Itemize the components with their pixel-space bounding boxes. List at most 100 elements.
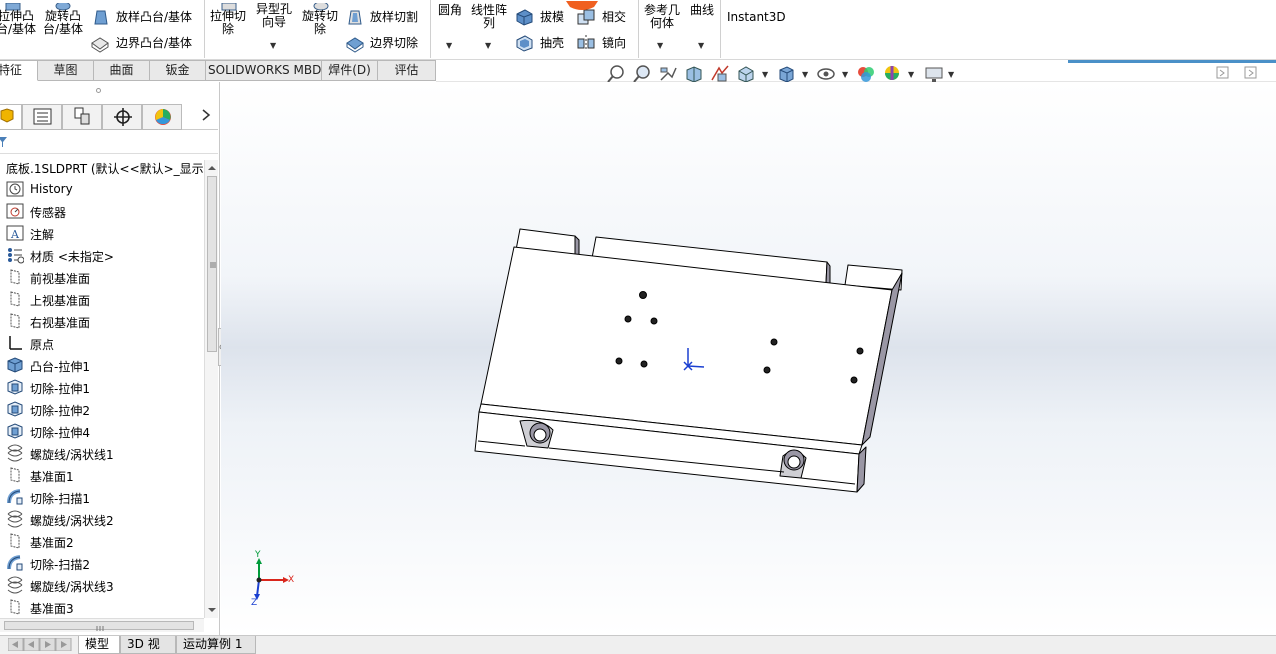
tab-weldments[interactable]: 焊件(D) — [322, 60, 378, 81]
draft-icon[interactable] — [514, 8, 534, 26]
tab-sheet-metal[interactable]: 钣金 — [150, 60, 206, 81]
curves-button[interactable]: 曲线 — [690, 4, 714, 17]
scroll-down-icon[interactable] — [207, 604, 217, 614]
revolve-boss-button[interactable]: 旋转凸 台/基体 — [42, 10, 84, 36]
linear-pattern-button[interactable]: 线性阵 列 — [468, 4, 510, 30]
view-settings-icon[interactable] — [924, 64, 944, 84]
loft-boss-button[interactable]: 放样凸台/基体 — [116, 11, 192, 24]
hide-show-items-icon[interactable] — [816, 64, 836, 84]
boundary-cut-button[interactable]: 边界切除 — [370, 37, 418, 50]
tree-item[interactable]: 切除-扫描1 — [6, 486, 202, 508]
edit-appearance-icon[interactable] — [856, 64, 876, 84]
view-settings-dropdown-icon[interactable]: ▼ — [948, 70, 954, 79]
configuration-manager-tab[interactable] — [62, 104, 102, 130]
tree-item[interactable]: 切除-扫描2 — [6, 552, 202, 574]
tree-item[interactable]: 原点 — [6, 332, 202, 354]
tab-evaluate[interactable]: 评估 — [378, 60, 436, 81]
extrude-cut-icon[interactable] — [220, 0, 238, 11]
tab-nav-buttons[interactable] — [7, 637, 74, 652]
graphics-area[interactable]: Y X Z — [221, 82, 1276, 635]
tree-scroll-thumb[interactable] — [207, 176, 217, 352]
tree-item[interactable]: 切除-拉伸2 — [6, 398, 202, 420]
zoom-to-fit-icon[interactable] — [606, 64, 626, 84]
zoom-to-area-icon[interactable] — [632, 64, 652, 84]
scroll-up-icon[interactable] — [207, 162, 217, 172]
tree-item[interactable]: A 注解 — [6, 222, 202, 244]
tree-item[interactable]: 上视基准面 — [6, 288, 202, 310]
view-orientation-icon[interactable] — [736, 64, 756, 84]
tree-item[interactable]: 螺旋线/涡状线3 — [6, 574, 202, 596]
curves-dropdown-icon[interactable]: ▼ — [698, 41, 704, 50]
tree-root[interactable]: 底板.1SLDPRT (默认<<默认>_显示状 — [6, 160, 210, 177]
tree-vertical-scrollbar[interactable] — [204, 160, 218, 618]
loft-boss-icon[interactable] — [92, 9, 110, 27]
boss-extrude-button[interactable]: 拉伸凸 台/基体 — [0, 10, 36, 36]
draft-button[interactable]: 拔模 — [540, 11, 564, 24]
tree-horizontal-scrollbar[interactable] — [0, 618, 204, 632]
tab-features[interactable]: 特征 — [0, 60, 38, 81]
hide-show-dropdown-icon[interactable]: ▼ — [842, 70, 848, 79]
reference-geometry-button[interactable]: 参考几 何体 — [642, 4, 682, 30]
tree-item[interactable]: 前视基准面 — [6, 266, 202, 288]
filter-icon[interactable] — [0, 136, 8, 148]
tab-3d-view[interactable]: 3D 视图 — [120, 636, 176, 654]
linear-pattern-dropdown-icon[interactable]: ▼ — [485, 41, 491, 50]
boss-extrude-icon[interactable] — [4, 0, 22, 11]
extrude-cut-button[interactable]: 拉伸切 除 — [208, 10, 248, 36]
loft-cut-button[interactable]: 放样切割 — [370, 11, 418, 24]
chevron-right-icon[interactable] — [200, 108, 212, 122]
tree-item[interactable]: 传感器 — [6, 200, 202, 222]
tree-item[interactable]: 材质 <未指定> — [6, 244, 202, 266]
previous-view-icon[interactable] — [658, 64, 678, 84]
reference-geometry-dropdown-icon[interactable]: ▼ — [657, 41, 663, 50]
tree-item[interactable]: 螺旋线/涡状线2 — [6, 508, 202, 530]
section-view-icon[interactable] — [684, 64, 704, 84]
dimxpert-manager-tab[interactable] — [102, 104, 142, 130]
feature-manager-tab[interactable] — [0, 104, 22, 130]
fillet-dropdown-icon[interactable]: ▼ — [446, 41, 452, 50]
tree-item[interactable]: 基准面3 — [6, 596, 202, 618]
hole-wizard-button[interactable]: 异型孔 向导 — [252, 3, 296, 29]
apply-scene-icon[interactable] — [882, 64, 902, 84]
loft-cut-icon[interactable] — [346, 9, 364, 27]
display-manager-tab[interactable] — [142, 104, 182, 130]
panel-grip[interactable] — [96, 88, 101, 93]
fillet-button[interactable]: 圆角 — [438, 4, 462, 17]
tree-item[interactable]: 切除-拉伸1 — [6, 376, 202, 398]
boundary-cut-icon[interactable] — [345, 35, 365, 53]
boundary-boss-button[interactable]: 边界凸台/基体 — [116, 37, 192, 50]
tree-item[interactable]: 切除-拉伸4 — [6, 420, 202, 442]
tree-item[interactable]: 基准面2 — [6, 530, 202, 552]
restore-icon[interactable] — [1216, 66, 1230, 80]
tab-motion-study-1[interactable]: 运动算例 1 — [176, 636, 256, 654]
instant3d-button[interactable]: Instant3D — [727, 11, 786, 24]
tab-sketch[interactable]: 草图 — [38, 60, 94, 81]
apply-scene-dropdown-icon[interactable]: ▼ — [908, 70, 914, 79]
tree-hscroll-thumb[interactable] — [4, 621, 194, 631]
revolve-cut-icon[interactable] — [312, 0, 330, 11]
tree-item[interactable]: 右视基准面 — [6, 310, 202, 332]
revolve-boss-icon[interactable] — [54, 0, 72, 11]
display-style-icon[interactable] — [776, 64, 796, 84]
tree-item[interactable]: 螺旋线/涡状线1 — [6, 442, 202, 464]
mirror-button[interactable]: 镜向 — [602, 37, 626, 50]
tree-item[interactable]: 凸台-拉伸1 — [6, 354, 202, 376]
view-orientation-dropdown-icon[interactable]: ▼ — [762, 70, 768, 79]
dynamic-annotation-icon[interactable] — [710, 64, 730, 84]
maximize-icon[interactable] — [1244, 66, 1258, 80]
hole-wizard-dropdown-icon[interactable]: ▼ — [270, 41, 276, 50]
model-3d-view[interactable] — [221, 82, 1276, 635]
shell-button[interactable]: 抽壳 — [540, 37, 564, 50]
tab-solidworks-mbd[interactable]: SOLIDWORKS MBD — [206, 60, 322, 81]
tree-item[interactable]: History — [6, 178, 202, 200]
tree-item[interactable]: 基准面1 — [6, 464, 202, 486]
boundary-boss-icon[interactable] — [90, 35, 110, 53]
property-manager-tab[interactable] — [22, 104, 62, 130]
revolve-cut-button[interactable]: 旋转切 除 — [298, 10, 342, 36]
intersect-button[interactable]: 相交 — [602, 11, 626, 24]
display-style-dropdown-icon[interactable]: ▼ — [802, 70, 808, 79]
tab-surfaces[interactable]: 曲面 — [94, 60, 150, 81]
mirror-icon[interactable] — [576, 34, 596, 52]
tab-model[interactable]: 模型 — [78, 636, 120, 654]
shell-icon[interactable] — [514, 34, 534, 52]
